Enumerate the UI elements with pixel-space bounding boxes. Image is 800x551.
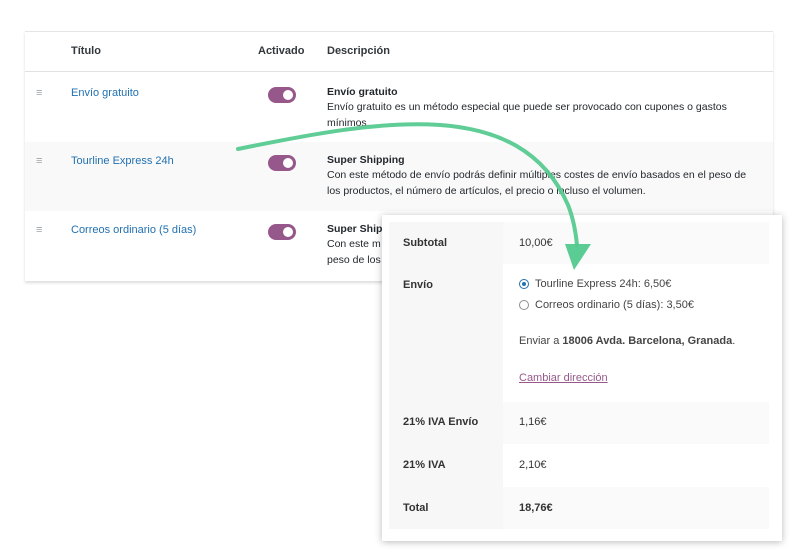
total-label: Total	[389, 487, 503, 529]
subtotal-row: Subtotal 10,00€	[389, 222, 769, 264]
shipping-row: Envío Tourline Express 24h: 6,50€ Correo…	[389, 264, 769, 402]
subtotal-value: 10,00€	[503, 222, 769, 264]
description-title: Super Shipping	[327, 154, 405, 166]
description-text: Con este método de envío podrás definir …	[327, 169, 747, 197]
description-title: Super Ship	[327, 223, 383, 235]
enabled-toggle[interactable]	[268, 224, 296, 240]
ship-to-text: Enviar a 18006 Avda. Barcelona, Granada.	[519, 335, 735, 347]
toggle-knob	[283, 227, 293, 237]
tax-value: 2,10€	[519, 459, 547, 471]
tax-label: 21% IVA	[389, 444, 503, 487]
method-name-link[interactable]: Tourline Express 24h	[71, 155, 174, 167]
ship-to-address: 18006 Avda. Barcelona, Granada	[562, 335, 733, 347]
table-row: ≡ Tourline Express 24h Super Shipping Co…	[25, 142, 773, 211]
column-header-enabled: Activado	[258, 45, 305, 57]
description-title: Envío gratuito	[327, 86, 398, 98]
tax-shipping-value: 1,16€	[503, 402, 769, 444]
column-header-description: Descripción	[327, 45, 390, 57]
enabled-toggle[interactable]	[268, 155, 296, 171]
drag-handle-icon[interactable]: ≡	[36, 155, 42, 167]
total-value: 18,76€	[503, 487, 769, 529]
shipping-option-label-2[interactable]: Correos ordinario (5 días): 3,50€	[535, 299, 694, 311]
table-row: ≡ Envío gratuito Envío gratuito Envío gr…	[25, 73, 773, 142]
enabled-toggle[interactable]	[268, 87, 296, 103]
shipping-option-label-1[interactable]: Tourline Express 24h: 6,50€	[535, 278, 671, 290]
ship-to-prefix: Enviar a	[519, 335, 563, 347]
change-address-link[interactable]: Cambiar dirección	[519, 372, 608, 384]
shipping-options: Tourline Express 24h: 6,50€ Correos ordi…	[503, 264, 769, 402]
drag-handle-icon[interactable]: ≡	[36, 87, 42, 99]
method-name-link[interactable]: Envío gratuito	[71, 87, 139, 99]
table-header: Título Activado Descripción	[25, 32, 773, 72]
toggle-knob	[283, 90, 293, 100]
tax-shipping-label: 21% IVA Envío	[389, 402, 503, 444]
tax-shipping-row: 21% IVA Envío 1,16€	[389, 402, 769, 444]
toggle-knob	[283, 158, 293, 168]
shipping-option-radio-2[interactable]	[519, 300, 529, 310]
column-header-title: Título	[71, 45, 101, 57]
description-text: Envío gratuito es un método especial que…	[327, 101, 727, 129]
cart-totals-panel: Subtotal 10,00€ Envío Tourline Express 2…	[382, 215, 782, 541]
subtotal-label: Subtotal	[389, 222, 503, 264]
shipping-option-radio-1[interactable]	[519, 279, 529, 289]
ship-to-suffix: .	[732, 335, 736, 347]
method-name-link[interactable]: Correos ordinario (5 días)	[71, 224, 196, 236]
total-row: Total 18,76€	[389, 487, 769, 529]
shipping-label: Envío	[389, 264, 503, 402]
drag-handle-icon[interactable]: ≡	[36, 224, 42, 236]
tax-row: 21% IVA 2,10€	[389, 444, 769, 487]
